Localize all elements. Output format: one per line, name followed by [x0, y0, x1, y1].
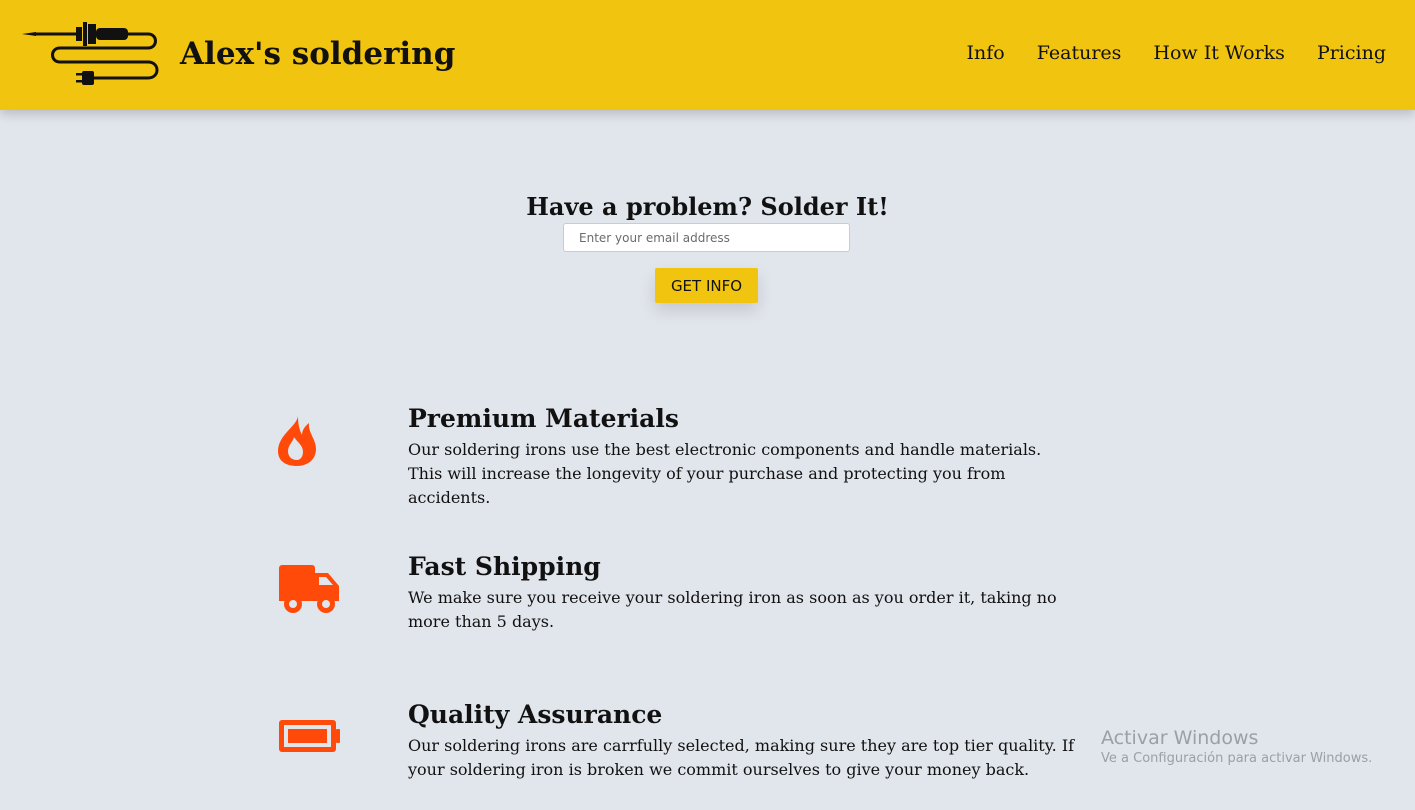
watermark-title: Activar Windows [1101, 727, 1259, 749]
nav-link-how-it-works[interactable]: How It Works [1153, 42, 1285, 64]
site-header: Alex's soldering Info Features How It Wo… [0, 0, 1415, 110]
watermark-subtitle: Ve a Configuración para activar Windows. [1101, 751, 1373, 766]
get-info-button[interactable]: GET INFO [655, 268, 758, 303]
windows-activation-watermark: Activar Windows Ve a Configuración para … [1101, 727, 1372, 769]
feature-title: Fast Shipping [408, 552, 601, 581]
flame-icon [278, 416, 316, 466]
soldering-iron-icon[interactable] [20, 18, 162, 88]
feature-premium-materials: Premium Materials Our soldering irons us… [270, 404, 1090, 514]
nav-link-pricing[interactable]: Pricing [1317, 42, 1386, 64]
feature-title: Premium Materials [408, 404, 679, 433]
main-nav: Info Features How It Works Pricing [967, 42, 1386, 64]
site-title[interactable]: Alex's soldering [180, 36, 455, 72]
nav-link-features[interactable]: Features [1037, 42, 1122, 64]
nav-link-info[interactable]: Info [967, 42, 1005, 64]
feature-description: Our soldering irons are carrfully select… [408, 736, 1075, 779]
feature-quality-assurance: Quality Assurance Our soldering irons ar… [270, 700, 1090, 810]
hero-title: Have a problem? Solder It! [526, 192, 889, 222]
feature-fast-shipping: Fast Shipping We make sure you receive y… [270, 552, 1090, 662]
truck-icon [279, 565, 339, 613]
feature-description: We make sure you receive your soldering … [408, 588, 1057, 631]
feature-description: Our soldering irons use the best electro… [408, 440, 1042, 507]
email-input[interactable] [563, 223, 850, 252]
feature-title: Quality Assurance [408, 700, 663, 729]
battery-icon [279, 720, 340, 752]
